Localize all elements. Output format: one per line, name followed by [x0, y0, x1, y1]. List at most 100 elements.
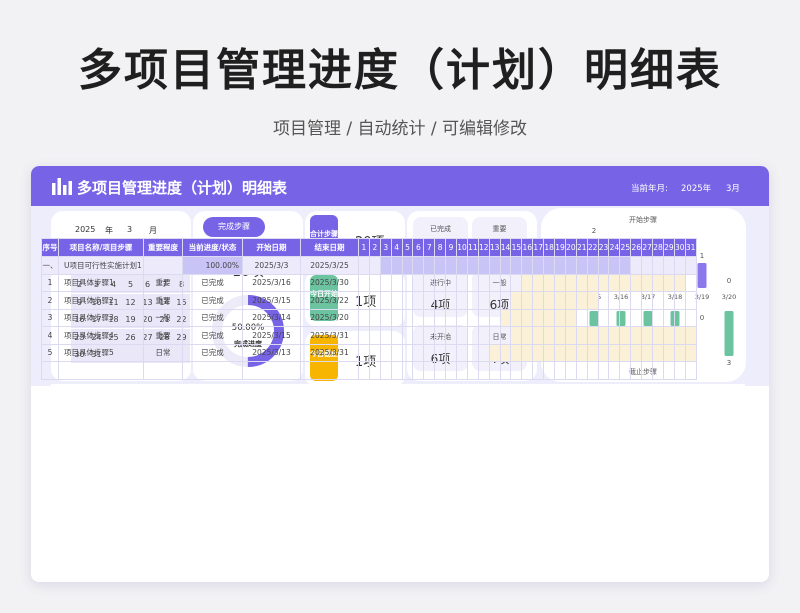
table-row[interactable]: 5 项目具体步骤5 日常 已完成 2025/3/13 2025/3/31: [41, 343, 697, 362]
gantt-cell: [401, 308, 414, 327]
cell-status[interactable]: 已完成: [182, 291, 243, 310]
cell-name[interactable]: 项目具体步骤2: [58, 291, 144, 310]
cell-start[interactable]: [242, 361, 301, 380]
cell-level[interactable]: 一般: [143, 308, 183, 327]
cell-level[interactable]: [143, 256, 183, 275]
cell-end[interactable]: 2025/3/20: [300, 308, 359, 327]
gantt-cell: [445, 361, 458, 380]
gantt-cell: [619, 291, 632, 310]
gantt-cell: [630, 308, 643, 327]
gantt-cell: [608, 256, 621, 275]
cell-status[interactable]: 已完成: [182, 308, 243, 327]
day-header: 12: [477, 238, 490, 257]
gantt-cell: [641, 308, 654, 327]
completion-steps-button[interactable]: 完成步骤: [203, 217, 265, 237]
gantt-cell: [358, 256, 370, 275]
cell-end[interactable]: 2025/3/25: [300, 256, 359, 275]
gantt-cell: [652, 308, 664, 327]
start-bar-value: 1: [700, 252, 704, 260]
page-title: 多项目管理进度（计划）明细表: [78, 45, 722, 96]
cell-status[interactable]: [182, 361, 243, 380]
cell-name[interactable]: 项目具体步骤4: [58, 326, 144, 345]
gantt-cell: [390, 361, 403, 380]
gantt-cell: [630, 273, 643, 292]
cell-no[interactable]: 5: [41, 343, 59, 362]
cell-no[interactable]: 3: [41, 308, 59, 327]
gantt-cell: [510, 256, 523, 275]
table-row[interactable]: 一、 U项目可行性实施计划1 100.00% 2025/3/3 2025/3/25: [41, 256, 697, 275]
gantt-cell: [358, 291, 370, 310]
cell-level[interactable]: 重要: [143, 273, 183, 292]
cell-end[interactable]: 2025/3/22: [300, 291, 359, 310]
cell-name[interactable]: 项目具体步骤3: [58, 308, 144, 327]
gantt-cell: [586, 308, 599, 327]
cell-status[interactable]: 已完成: [182, 343, 243, 362]
cell-name[interactable]: 项目具体步骤1: [58, 273, 144, 292]
gantt-cell: [456, 273, 468, 292]
gantt-cell: [412, 361, 425, 380]
table-row[interactable]: 1 项目具体步骤1 重要 已完成 2025/3/16 2025/3/30: [41, 273, 697, 292]
day-header: 30: [673, 238, 686, 257]
gantt-cell: [390, 273, 403, 292]
day-header: 24: [608, 238, 621, 257]
cell-status[interactable]: 已完成: [182, 326, 243, 345]
day-header: 17: [532, 238, 545, 257]
day-header: 14: [499, 238, 512, 257]
gantt-cell: [466, 291, 479, 310]
cell-no[interactable]: [41, 361, 59, 380]
gantt-cell: [597, 273, 610, 292]
calendar-year-unit: 年: [105, 226, 113, 235]
cell-status[interactable]: 100.00%: [182, 256, 243, 275]
gantt-cell: [619, 326, 632, 345]
cell-no[interactable]: 4: [41, 326, 59, 345]
gantt-cell: [423, 361, 436, 380]
cell-name[interactable]: 项目具体步骤5: [58, 343, 144, 362]
cell-no[interactable]: 一、: [41, 256, 59, 275]
cell-end[interactable]: 2025/3/31: [300, 326, 359, 345]
gantt-cell: [521, 291, 534, 310]
gantt-cell: [554, 361, 566, 380]
table-row[interactable]: [41, 361, 697, 380]
cell-start[interactable]: 2025/3/13: [242, 343, 301, 362]
gantt-cell: [619, 273, 632, 292]
gantt-cell: [673, 256, 686, 275]
gantt-cell: [652, 361, 664, 380]
gantt-cell: [586, 343, 599, 362]
gantt-cell: [488, 256, 501, 275]
cell-no[interactable]: 2: [41, 291, 59, 310]
current-year[interactable]: 2025年: [681, 182, 711, 194]
cell-level[interactable]: 日常: [143, 343, 183, 362]
day-header: 23: [597, 238, 610, 257]
gantt-cell: [662, 326, 675, 345]
cell-start[interactable]: 2025/3/3: [242, 256, 301, 275]
cell-end[interactable]: 2025/3/31: [300, 343, 359, 362]
gantt-cell: [390, 256, 403, 275]
gantt-cell: [630, 343, 643, 362]
cell-start[interactable]: 2025/3/16: [242, 273, 301, 292]
day-header: 3: [379, 238, 392, 257]
cell-end[interactable]: [300, 361, 359, 380]
cell-status[interactable]: 已完成: [182, 273, 243, 292]
gantt-cell: [684, 361, 697, 380]
cell-start[interactable]: 2025/3/15: [242, 326, 301, 345]
cell-level[interactable]: 重要: [143, 326, 183, 345]
cell-name[interactable]: [58, 361, 144, 380]
table-row[interactable]: 4 项目具体步骤4 重要 已完成 2025/3/15 2025/3/31: [41, 326, 697, 345]
cell-start[interactable]: 2025/3/15: [242, 291, 301, 310]
gantt-cell: [456, 361, 468, 380]
cell-start[interactable]: 2025/3/14: [242, 308, 301, 327]
calendar-year: 2025: [75, 225, 96, 234]
cell-name[interactable]: U项目可行性实施计划1: [58, 256, 144, 275]
cell-level[interactable]: 重要: [143, 291, 183, 310]
gantt-cell: [641, 361, 654, 380]
day-header: 27: [641, 238, 654, 257]
gantt-cell: [532, 256, 545, 275]
current-month[interactable]: 3月: [726, 182, 740, 194]
cell-level[interactable]: [143, 361, 183, 380]
cell-end[interactable]: 2025/3/30: [300, 273, 359, 292]
gantt-cell: [608, 308, 621, 327]
table-row[interactable]: 3 项目具体步骤3 一般 已完成 2025/3/14 2025/3/20: [41, 308, 697, 327]
gantt-cell: [673, 361, 686, 380]
table-row[interactable]: 2 项目具体步骤2 重要 已完成 2025/3/15 2025/3/22: [41, 291, 697, 310]
cell-no[interactable]: 1: [41, 273, 59, 292]
